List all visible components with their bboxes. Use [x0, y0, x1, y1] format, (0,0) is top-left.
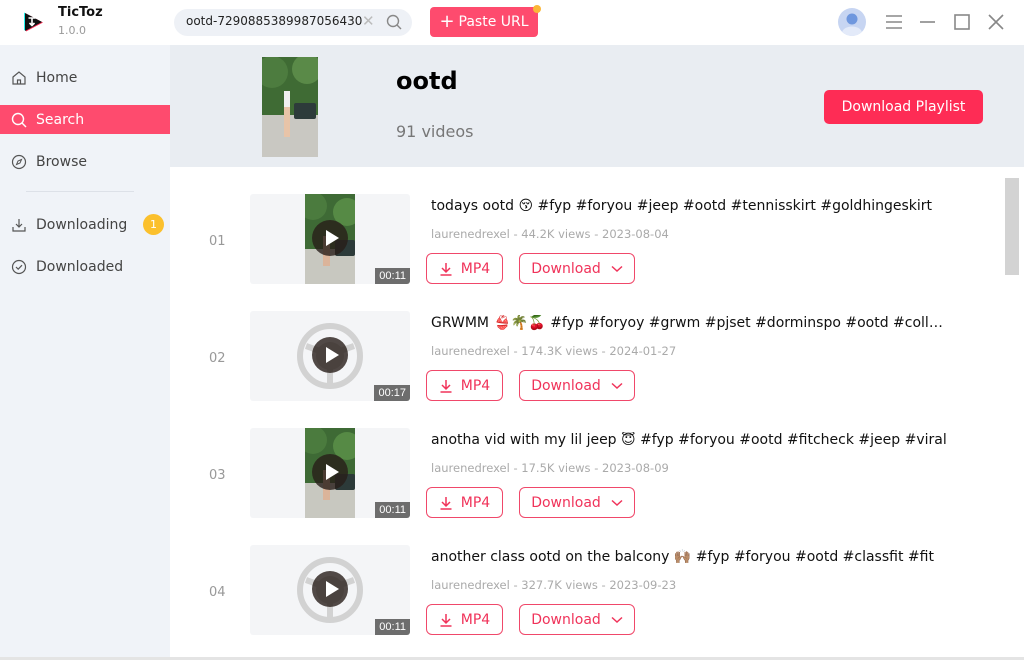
search-input[interactable] — [186, 14, 362, 28]
download-tray-icon — [12, 218, 26, 232]
sidebar-item-downloaded[interactable]: Downloaded — [0, 252, 170, 281]
download-label: Download — [531, 494, 601, 511]
video-list: 01 00:11 todays ootd 😚 #fyp #foryou #jee… — [170, 167, 1024, 657]
sidebar-item-label: Home — [36, 69, 78, 86]
search-icon — [11, 112, 27, 127]
download-mp4-button[interactable]: MP4 — [426, 487, 503, 518]
mp4-label: MP4 — [460, 377, 491, 394]
download-arrow-icon — [440, 262, 452, 276]
paste-url-label: Paste URL — [458, 14, 529, 30]
video-thumbnail[interactable]: 00:11 — [250, 194, 410, 284]
search-box: ✕ — [174, 9, 412, 36]
video-row: 04 00:11 another class ootd on the balco… — [170, 545, 1000, 657]
app-version: 1.0.0 — [58, 24, 86, 37]
download-arrow-icon — [440, 613, 452, 627]
paste-url-button[interactable]: + Paste URL — [430, 5, 541, 37]
playlist-title: ootd — [396, 67, 458, 95]
sidebar-item-downloading[interactable]: Downloading 1 — [0, 210, 170, 239]
video-meta: laurenedrexel - 174.3K views - 2024-01-2… — [431, 344, 677, 358]
download-mp4-button[interactable]: MP4 — [426, 253, 503, 284]
chevron-down-icon — [611, 382, 623, 389]
chevron-down-icon — [611, 265, 623, 272]
download-options-dropdown[interactable]: Download — [519, 604, 635, 635]
plus-icon: + — [439, 11, 455, 32]
video-title: todays ootd 😚 #fyp #foryou #jeep #ootd #… — [431, 198, 932, 214]
download-options-dropdown[interactable]: Download — [519, 253, 635, 284]
minimize-icon[interactable] — [917, 11, 939, 33]
user-icon — [842, 13, 862, 36]
sidebar-item-label: Downloading — [36, 216, 128, 233]
video-index: 03 — [209, 468, 226, 483]
sidebar-divider — [26, 191, 134, 192]
downloading-count-badge: 1 — [143, 214, 164, 235]
video-thumbnail[interactable]: 00:11 — [250, 545, 410, 635]
check-circle-icon — [11, 259, 27, 274]
download-playlist-button[interactable]: Download Playlist — [824, 90, 983, 124]
download-mp4-button[interactable]: MP4 — [426, 370, 503, 401]
download-label: Download — [531, 260, 601, 277]
video-index: 04 — [209, 585, 226, 600]
download-label: Download — [531, 377, 601, 394]
chevron-down-icon — [611, 616, 623, 623]
app-logo-icon — [24, 12, 43, 32]
download-arrow-icon — [440, 379, 452, 393]
download-options-dropdown[interactable]: Download — [519, 487, 635, 518]
user-avatar[interactable] — [838, 8, 866, 36]
play-icon[interactable] — [312, 337, 348, 373]
video-row: 01 00:11 todays ootd 😚 #fyp #foryou #jee… — [170, 194, 1000, 311]
video-duration: 00:11 — [375, 502, 410, 518]
playlist-video-count: 91 videos — [396, 122, 474, 141]
mp4-label: MP4 — [460, 494, 491, 511]
close-icon[interactable] — [985, 11, 1007, 33]
sidebar: Home Search Browse Downloading 1 Downloa… — [0, 45, 170, 660]
video-index: 02 — [209, 351, 226, 366]
video-duration: 00:11 — [375, 268, 410, 284]
video-thumbnail[interactable]: 00:17 — [250, 311, 410, 401]
mp4-label: MP4 — [460, 611, 491, 628]
download-options-dropdown[interactable]: Download — [519, 370, 635, 401]
video-row: 03 00:11 anotha vid with my lil jeep 😇 #… — [170, 428, 1000, 545]
clear-search-icon[interactable]: ✕ — [362, 12, 375, 30]
sidebar-item-search[interactable]: Search — [0, 105, 170, 134]
compass-icon — [11, 154, 27, 169]
app-name: TicToz — [58, 5, 103, 20]
playlist-header: ootd 91 videos Download Playlist — [170, 45, 1024, 167]
notification-dot — [533, 5, 541, 13]
play-icon[interactable] — [312, 571, 348, 607]
video-title: another class ootd on the balcony 🙌🏽 #fy… — [431, 549, 934, 565]
video-row: 02 00:17 GRWMM 👙🌴🍒 #fyp #foryoy #grwm #p… — [170, 311, 1000, 428]
video-index: 01 — [209, 234, 226, 249]
chevron-down-icon — [611, 499, 623, 506]
video-duration: 00:17 — [374, 385, 410, 401]
video-title: anotha vid with my lil jeep 😇 #fyp #fory… — [431, 432, 947, 448]
menu-icon[interactable] — [883, 11, 905, 33]
maximize-icon[interactable] — [951, 11, 973, 33]
sidebar-item-label: Search — [36, 111, 85, 128]
playlist-cover-image — [262, 57, 318, 157]
video-thumbnail[interactable]: 00:11 — [250, 428, 410, 518]
mp4-label: MP4 — [460, 260, 491, 277]
home-icon — [12, 70, 26, 85]
play-icon[interactable] — [312, 220, 348, 256]
video-meta: laurenedrexel - 327.7K views - 2023-09-2… — [431, 578, 677, 592]
search-icon[interactable] — [386, 14, 402, 30]
video-duration: 00:11 — [375, 619, 410, 635]
video-meta: laurenedrexel - 17.5K views - 2023-08-09 — [431, 461, 669, 475]
title-bar: TicToz 1.0.0 ✕ + Paste URL — [0, 0, 1024, 45]
sidebar-item-browse[interactable]: Browse — [0, 147, 170, 176]
sidebar-item-home[interactable]: Home — [0, 63, 170, 92]
download-arrow-icon — [440, 496, 452, 510]
sidebar-item-label: Downloaded — [36, 258, 124, 275]
sidebar-item-label: Browse — [36, 153, 87, 170]
download-label: Download — [531, 611, 601, 628]
download-mp4-button[interactable]: MP4 — [426, 604, 503, 635]
scrollbar-thumb[interactable] — [1005, 178, 1019, 275]
video-title: GRWMM 👙🌴🍒 #fyp #foryoy #grwm #pjset #dor… — [431, 315, 951, 331]
play-icon[interactable] — [312, 454, 348, 490]
video-meta: laurenedrexel - 44.2K views - 2023-08-04 — [431, 227, 669, 241]
